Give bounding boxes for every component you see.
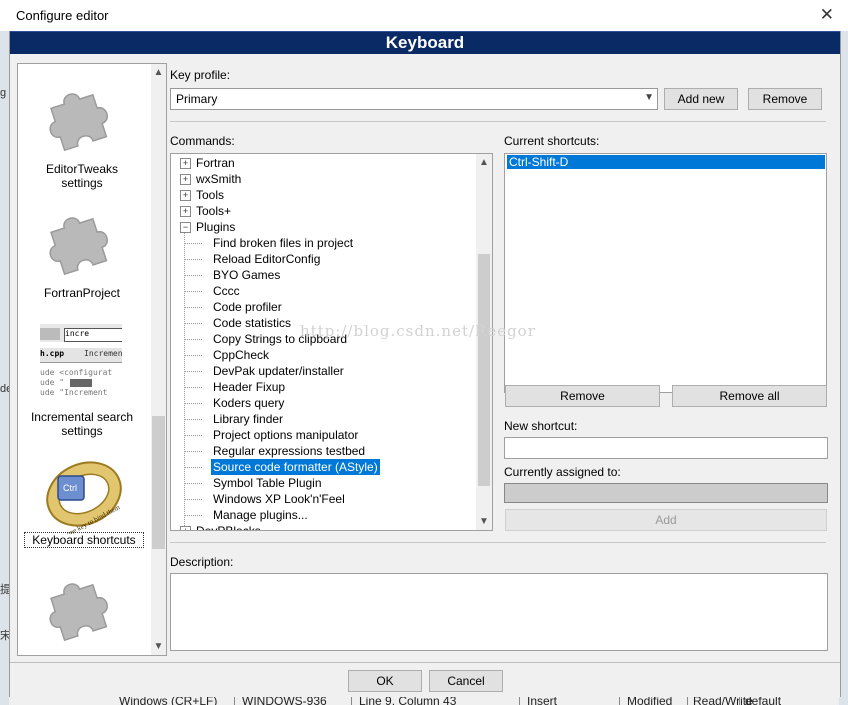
scrollbar-thumb[interactable] xyxy=(478,254,490,486)
commands-label: Commands: xyxy=(170,134,235,148)
tree-guide-line xyxy=(185,259,202,260)
tree-guide-line xyxy=(185,499,202,500)
tree-guide-line xyxy=(185,515,202,516)
tree-guide-line xyxy=(185,387,202,388)
tree-guide-line xyxy=(185,371,202,372)
tree-guide-line xyxy=(185,419,202,420)
new-shortcut-label: New shortcut: xyxy=(504,419,578,433)
scroll-up-icon[interactable]: ▲ xyxy=(476,157,492,168)
window-title: Configure editor xyxy=(16,8,109,23)
tree-guide-line xyxy=(185,323,202,324)
expand-icon[interactable]: + xyxy=(180,158,191,169)
incremental-search-icon: incre h.cpp Incremen ude <configurat ude… xyxy=(40,324,122,408)
tree-guide-line xyxy=(185,307,202,308)
description-label: Description: xyxy=(170,555,234,569)
tree-guide-line xyxy=(185,451,202,452)
cancel-button[interactable]: Cancel xyxy=(429,670,503,692)
expand-icon[interactable]: + xyxy=(180,206,191,217)
add-new-profile-button[interactable]: Add new xyxy=(664,88,738,110)
tree-guide-line xyxy=(185,243,202,244)
separator xyxy=(170,542,826,543)
key-profile-label: Key profile: xyxy=(170,68,231,82)
category-label: EditorTweaks settings xyxy=(45,162,119,190)
tree-guide-line xyxy=(185,435,202,436)
remove-shortcut-button[interactable]: Remove xyxy=(505,385,660,407)
tree-guide-line xyxy=(185,467,202,468)
scroll-down-icon[interactable]: ▼ xyxy=(151,641,166,652)
assigned-to-label: Currently assigned to: xyxy=(504,465,621,479)
settings-category-list[interactable]: EditorTweaks settings FortranProject inc… xyxy=(17,63,167,656)
background-status-bar: Windows (CR+LF) WINDOWS-936 Line 9, Colu… xyxy=(9,697,839,705)
window-titlebar: Configure editor ✕ xyxy=(0,0,848,31)
new-shortcut-input[interactable] xyxy=(504,437,828,459)
commands-scrollbar[interactable]: ▲ ▼ xyxy=(476,154,492,530)
collapse-icon[interactable]: − xyxy=(180,222,191,233)
category-label: Keyboard shortcuts xyxy=(24,532,144,548)
configure-editor-dialog: Keyboard EditorTweaks settings FortranPr… xyxy=(9,31,841,697)
description-box[interactable] xyxy=(170,573,828,651)
background-window-edge: g de 提 宋 xyxy=(0,31,12,705)
close-icon[interactable]: ✕ xyxy=(820,5,834,25)
category-label: Incremental search settings xyxy=(30,410,134,438)
add-shortcut-button[interactable]: Add xyxy=(505,509,827,531)
current-shortcuts-label: Current shortcuts: xyxy=(504,134,600,148)
edge-fragment: g xyxy=(0,87,7,99)
separator xyxy=(10,662,840,663)
remove-all-shortcuts-button[interactable]: Remove all xyxy=(672,385,827,407)
expand-icon[interactable]: + xyxy=(180,190,191,201)
separator xyxy=(170,121,826,122)
shortcut-item[interactable]: Ctrl-Shift-D xyxy=(507,155,825,169)
watermark: http://blog.csdn.net/Reegor xyxy=(300,322,536,340)
expand-icon[interactable]: + xyxy=(180,174,191,185)
key-profile-value: Primary xyxy=(176,92,218,106)
scroll-down-icon[interactable]: ▼ xyxy=(476,516,492,527)
tree-guide-line xyxy=(185,355,202,356)
remove-profile-button[interactable]: Remove xyxy=(748,88,822,110)
scroll-up-icon[interactable]: ▲ xyxy=(151,67,166,78)
section-title: Keyboard xyxy=(385,33,465,52)
chevron-down-icon: ▼ xyxy=(644,92,654,103)
category-label: FortranProject xyxy=(43,286,121,300)
commands-tree[interactable]: + Fortran + wxSmith + Tools + Tools+ − P… xyxy=(170,153,493,531)
category-scrollbar[interactable]: ▲ ▼ xyxy=(151,64,166,655)
scrollbar-thumb[interactable] xyxy=(152,416,165,549)
tree-guide-line xyxy=(185,339,202,340)
puzzle-icon xyxy=(49,93,108,152)
tree-guide-line xyxy=(185,291,202,292)
tree-guide-line xyxy=(185,275,202,276)
puzzle-icon xyxy=(49,217,108,276)
expand-icon[interactable]: + xyxy=(180,526,191,530)
current-shortcuts-list[interactable]: Ctrl-Shift-D xyxy=(504,153,827,393)
tree-guide-line xyxy=(185,483,202,484)
section-header: Keyboard xyxy=(10,31,840,54)
tree-guide-line xyxy=(185,403,202,404)
ok-button[interactable]: OK xyxy=(348,670,422,692)
puzzle-icon xyxy=(49,583,108,642)
keyboard-shortcuts-icon: Ctrl one key to bind them xyxy=(46,461,122,534)
key-profile-select[interactable]: Primary ▼ xyxy=(170,88,658,110)
assigned-to-field xyxy=(504,483,828,503)
ctrl-key-text: Ctrl xyxy=(63,483,77,493)
